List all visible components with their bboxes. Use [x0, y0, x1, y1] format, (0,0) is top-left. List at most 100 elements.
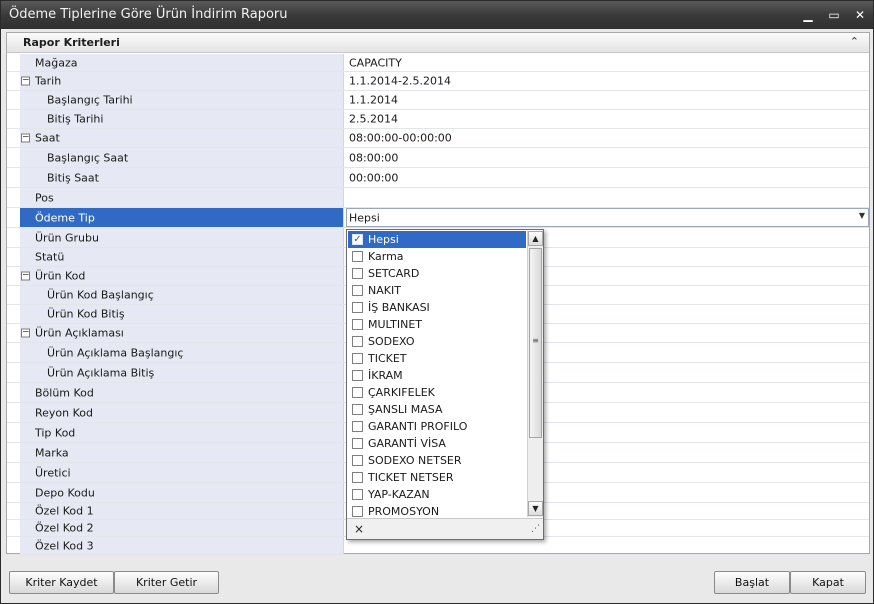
criteria-label-cell[interactable]: Bölüm Kod [20, 383, 344, 402]
criteria-row[interactable]: Pos [7, 188, 869, 208]
payment-type-option[interactable]: SODEXO NETSER [348, 452, 526, 469]
minimize-icon[interactable]: ▁ [797, 5, 819, 25]
criteria-value-cell[interactable]: 2.5.2014 [346, 110, 869, 128]
criteria-label-cell[interactable]: Ürün Açıklama Bitiş [20, 363, 344, 382]
scroll-thumb[interactable]: ≡ [529, 248, 542, 438]
scroll-up-icon[interactable]: ▲ [528, 231, 543, 246]
collapse-icon[interactable]: ⌃ [850, 35, 859, 48]
criteria-label-cell[interactable]: Ürün Kod Bitiş [20, 305, 344, 323]
criteria-row[interactable]: − Tarih 1.1.2014-2.5.2014 [7, 72, 869, 91]
payment-type-option[interactable]: SETCARD [348, 265, 526, 282]
criteria-row[interactable]: Başlangıç Tarihi 1.1.2014 [7, 91, 869, 110]
criteria-label-cell[interactable]: Özel Kod 2 [20, 520, 344, 536]
chevron-down-icon[interactable]: ▼ [859, 211, 865, 220]
criteria-value-cell[interactable]: 08:00:00-00:00:00 [346, 129, 869, 147]
scroll-down-icon[interactable]: ▼ [528, 501, 543, 516]
payment-type-option[interactable]: MULTINET [348, 316, 526, 333]
checkbox-icon[interactable] [352, 438, 363, 449]
checkbox-icon[interactable] [352, 370, 363, 381]
criteria-label-cell[interactable]: − Tarih [20, 72, 344, 90]
criteria-label-cell[interactable]: Mağaza [20, 54, 344, 71]
criteria-label-cell[interactable]: Başlangıç Saat [20, 148, 344, 167]
criteria-row[interactable]: − Saat 08:00:00-00:00:00 [7, 129, 869, 148]
collapse-node-icon[interactable]: − [21, 133, 30, 143]
save-criteria-button[interactable]: Kriter Kaydet [9, 571, 114, 594]
checkbox-icon[interactable] [352, 285, 363, 296]
criteria-value-cell[interactable] [346, 188, 869, 207]
payment-type-option[interactable]: ÇARKIFELEK [348, 384, 526, 401]
payment-type-option[interactable]: GARANTI PROFILO [348, 418, 526, 435]
criteria-value-cell[interactable]: 1.1.2014 [346, 91, 869, 109]
payment-type-option[interactable]: TICKET NETSER [348, 469, 526, 486]
payment-type-combo[interactable]: Hepsi ▼ [346, 208, 869, 227]
resize-grip-icon[interactable]: ⋰ [531, 524, 540, 534]
checkbox-icon[interactable] [352, 455, 363, 466]
criteria-value-cell[interactable]: 1.1.2014-2.5.2014 [346, 72, 869, 90]
criteria-label-cell[interactable]: Üretici [20, 463, 344, 482]
criteria-label-cell[interactable]: Tip Kod [20, 423, 344, 442]
criteria-label-cell[interactable]: − Saat [20, 129, 344, 147]
checkbox-icon[interactable] [352, 387, 363, 398]
criteria-label-cell[interactable]: Başlangıç Tarihi [20, 91, 344, 109]
criteria-label-cell[interactable]: Bitiş Tarihi [20, 110, 344, 128]
clear-selection-icon[interactable]: × [354, 522, 364, 536]
collapse-node-icon[interactable]: − [21, 271, 30, 281]
criteria-label-cell[interactable]: Statü [20, 248, 344, 266]
payment-type-option[interactable]: YAP-KAZAN [348, 486, 526, 503]
checkbox-checked-icon[interactable]: ✓ [352, 234, 363, 245]
criteria-value-cell[interactable]: CAPACITY [346, 54, 869, 71]
checkbox-icon[interactable] [352, 404, 363, 415]
checkbox-icon[interactable] [352, 302, 363, 313]
criteria-label-cell[interactable]: Pos [20, 188, 344, 207]
payment-type-option[interactable]: GARANTİ VİSA [348, 435, 526, 452]
collapse-node-icon[interactable]: − [21, 328, 30, 338]
checkbox-icon[interactable] [352, 472, 363, 483]
criteria-label-cell[interactable]: Bitiş Saat [20, 168, 344, 187]
payment-type-option[interactable]: ✓ Hepsi [348, 231, 526, 248]
criteria-label-cell[interactable]: Marka [20, 443, 344, 462]
checkbox-icon[interactable] [352, 506, 363, 517]
checkbox-icon[interactable] [352, 251, 363, 262]
payment-type-option[interactable]: PROMOSYON [348, 503, 526, 518]
criteria-label-cell[interactable]: − Ürün Açıklaması [20, 324, 344, 342]
criteria-label-cell[interactable]: − Ürün Kod [20, 267, 344, 285]
payment-type-option[interactable]: ŞANSLI MASA [348, 401, 526, 418]
criteria-label-cell[interactable]: Ürün Açıklama Başlangıç [20, 343, 344, 362]
criteria-row[interactable]: Bitiş Tarihi 2.5.2014 [7, 110, 869, 129]
start-button[interactable]: Başlat [714, 571, 790, 594]
payment-type-option[interactable]: TICKET [348, 350, 526, 367]
criteria-label-cell[interactable]: Depo Kodu [20, 483, 344, 502]
criteria-label-cell[interactable]: Ürün Kod Başlangıç [20, 286, 344, 304]
checkbox-icon[interactable] [352, 489, 363, 500]
checkbox-icon[interactable] [352, 421, 363, 432]
criteria-label: Başlangıç Tarihi [47, 93, 133, 107]
payment-type-option[interactable]: İKRAM [348, 367, 526, 384]
criteria-label-cell[interactable]: Ürün Grubu [20, 228, 344, 247]
payment-type-option[interactable]: Karma [348, 248, 526, 265]
criteria-row[interactable]: Bitiş Saat 00:00:00 [7, 168, 869, 188]
criteria-panel-header[interactable]: Rapor Kriterleri ⌃ [7, 33, 869, 53]
criteria-row[interactable]: Ödeme Tip Hepsi ▼ [7, 208, 869, 228]
maximize-icon[interactable]: ▭ [823, 5, 845, 25]
dropdown-scrollbar[interactable]: ▲ ≡ ▼ [527, 231, 543, 517]
title-bar[interactable]: Ödeme Tiplerine Göre Ürün İndirim Raporu… [1, 1, 873, 29]
criteria-row[interactable]: Başlangıç Saat 08:00:00 [7, 148, 869, 168]
close-button[interactable]: Kapat [790, 571, 866, 594]
checkbox-icon[interactable] [352, 319, 363, 330]
load-criteria-button[interactable]: Kriter Getir [114, 571, 219, 594]
criteria-row[interactable]: Mağaza CAPACITY [7, 54, 869, 72]
close-icon[interactable]: ✕ [849, 5, 871, 25]
payment-type-option[interactable]: SODEXO [348, 333, 526, 350]
collapse-node-icon[interactable]: − [21, 76, 30, 86]
criteria-label-cell[interactable]: Özel Kod 3 [20, 537, 344, 554]
payment-type-option[interactable]: NAKIT [348, 282, 526, 299]
checkbox-icon[interactable] [352, 268, 363, 279]
checkbox-icon[interactable] [352, 336, 363, 347]
checkbox-icon[interactable] [352, 353, 363, 364]
criteria-label-cell[interactable]: Özel Kod 1 [20, 503, 344, 519]
payment-type-option[interactable]: İŞ BANKASI [348, 299, 526, 316]
criteria-value-cell[interactable]: 08:00:00 [346, 148, 869, 167]
criteria-label-cell[interactable]: Ödeme Tip [20, 208, 344, 227]
criteria-label-cell[interactable]: Reyon Kod [20, 403, 344, 422]
criteria-value-cell[interactable]: 00:00:00 [346, 168, 869, 187]
